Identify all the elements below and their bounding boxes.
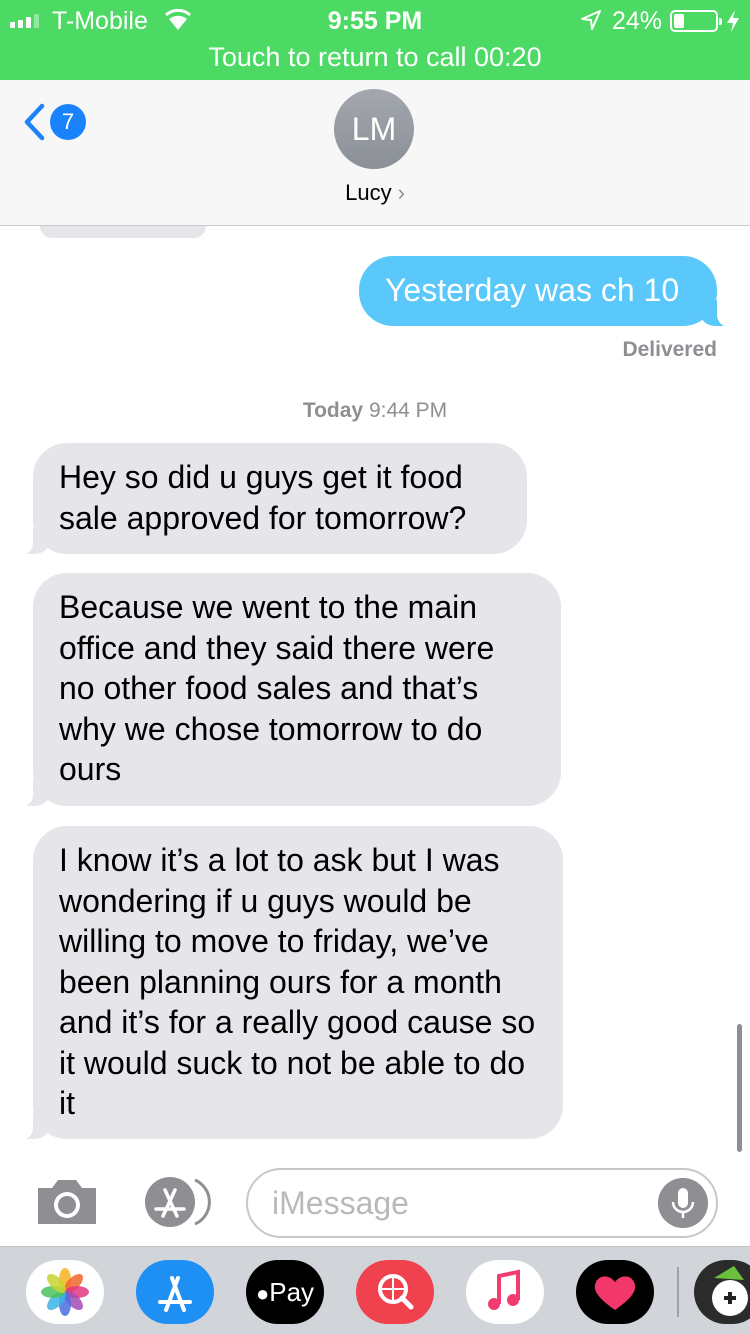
contact-name-button[interactable]: Lucy ›	[0, 180, 750, 206]
outgoing-message[interactable]: Yesterday was ch 10	[359, 256, 733, 327]
previous-message-bubble-edge	[40, 226, 206, 238]
message-input[interactable]	[272, 1180, 642, 1226]
music-icon[interactable]	[466, 1260, 544, 1324]
app-store-icon[interactable]	[139, 1176, 211, 1228]
delivery-status: Delivered	[622, 338, 717, 361]
incoming-message[interactable]: I know it’s a lot to ask but I was wonde…	[17, 826, 563, 1140]
message-input-box	[246, 1168, 718, 1238]
timestamp-day: Today	[302, 399, 364, 422]
app-store-icon[interactable]	[136, 1260, 214, 1324]
apple-pay-label: ●Pay	[255, 1277, 315, 1307]
conversation-header: 7 LM Lucy ›	[0, 80, 750, 226]
contact-avatar[interactable]: LM	[334, 89, 414, 169]
back-button[interactable]: 7	[22, 102, 86, 142]
incoming-message[interactable]: Hey so did u guys get it food sale appro…	[17, 443, 527, 555]
chevron-left-icon	[24, 103, 45, 141]
timestamp-divider: Today 9:44 PM	[0, 399, 750, 423]
camera-icon[interactable]	[34, 1176, 100, 1228]
digital-touch-icon[interactable]	[576, 1260, 654, 1324]
return-to-call-banner[interactable]: Touch to return to call 00:20	[0, 42, 750, 73]
battery-percent: 24%	[612, 7, 663, 35]
contact-name: Lucy	[345, 180, 392, 205]
app-drawer-divider	[677, 1267, 679, 1317]
incoming-message[interactable]: Because we went to the main office and t…	[17, 573, 561, 807]
search-images-icon[interactable]	[356, 1260, 434, 1324]
location-arrow-icon	[581, 10, 601, 30]
chevron-right-icon: ›	[397, 180, 405, 205]
timestamp-time: 9:44 PM	[368, 399, 448, 422]
message-text: Because we went to the main office and t…	[59, 589, 495, 787]
message-text: Hey so did u guys get it food sale appro…	[59, 459, 467, 536]
imessage-app-drawer: ●Pay	[0, 1246, 750, 1334]
scrollbar[interactable]	[737, 1024, 742, 1152]
status-bar: T-Mobile 9:55 PM 24%	[0, 0, 750, 42]
photos-icon[interactable]	[26, 1260, 104, 1324]
game-app-icon[interactable]	[694, 1260, 750, 1324]
message-text: Yesterday was ch 10	[385, 272, 680, 308]
unread-count-badge: 7	[50, 104, 86, 140]
charging-bolt-icon	[727, 10, 739, 32]
message-text: I know it’s a lot to ask but I was wonde…	[59, 842, 536, 1121]
apple-pay-icon[interactable]: ●Pay	[246, 1260, 324, 1324]
battery-icon	[670, 10, 722, 32]
microphone-icon[interactable]	[658, 1178, 708, 1228]
status-and-call-banner: T-Mobile 9:55 PM 24% Touch to return to …	[0, 0, 750, 80]
